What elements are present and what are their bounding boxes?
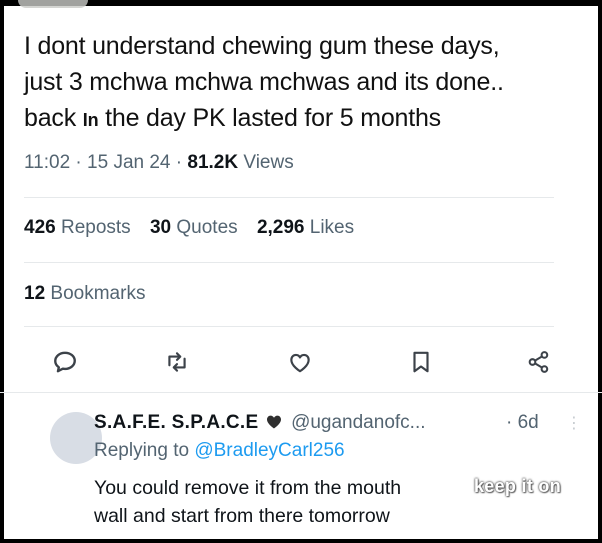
tweet-line-3: back In the day PK lasted for 5 months	[24, 100, 584, 138]
quotes-stat[interactable]: 30 Quotes	[150, 217, 238, 238]
watermark: keep it on	[474, 476, 562, 496]
cropped-avatar-edge	[18, 0, 88, 8]
tweet-line-1: I dont understand chewing gum these days…	[24, 32, 500, 60]
like-icon	[290, 353, 310, 373]
likes-label: Likes	[309, 217, 355, 238]
reposts-count: 426	[24, 217, 56, 238]
tweet-date[interactable]: 15 Jan 24	[87, 152, 170, 173]
reposts-stat[interactable]: 426 Reposts	[24, 217, 131, 238]
bookmark-button[interactable]	[403, 344, 439, 380]
bookmark-icon	[413, 351, 429, 373]
meta-separator: ·	[175, 152, 183, 173]
reply-button[interactable]	[47, 344, 83, 380]
reply-author-name[interactable]: S.A.F.E. S.P.A.C.E	[94, 412, 259, 433]
views-count: 81.2K	[187, 152, 239, 173]
divider	[24, 326, 554, 327]
quotes-label: Quotes	[176, 217, 238, 238]
reply-header: S.A.F.E. S.P.A.C.E @ugandanofc...	[94, 412, 426, 434]
divider	[24, 262, 554, 263]
views-label: Views	[243, 152, 294, 173]
repost-icon	[168, 352, 186, 372]
replying-to: Replying to @BradleyCarl256	[94, 440, 345, 462]
reply-text-line-2: wall and start from there tomorrow	[94, 505, 390, 527]
share-icon	[528, 351, 549, 373]
reply-time[interactable]: · 6d	[506, 412, 539, 434]
likes-stat[interactable]: 2,296 Likes	[257, 217, 354, 238]
meta-separator: ·	[75, 152, 82, 173]
bookmarks-label: Bookmarks	[50, 283, 146, 304]
tweet-word-back: back	[24, 104, 77, 132]
reply-text: You could remove it from the mouth wall …	[94, 474, 401, 530]
more-options-icon[interactable]: ⋮	[566, 413, 582, 433]
likes-count: 2,296	[256, 217, 305, 238]
bookmarks-count: 12	[24, 283, 46, 304]
divider	[24, 197, 554, 198]
like-button[interactable]	[282, 344, 318, 380]
action-bar	[0, 344, 602, 380]
tweet-text: I dont understand chewing gum these days…	[24, 28, 584, 138]
black-heart-icon	[266, 415, 281, 429]
tweet-line-2: just 3 mchwa mchwa mchwas and its done..	[24, 68, 504, 96]
share-button[interactable]	[521, 344, 557, 380]
reply-author-handle[interactable]: @ugandanofc...	[291, 412, 425, 433]
tweet-meta: 11:02 · 15 Jan 24 · 81.2K Views	[24, 152, 294, 174]
replying-mention[interactable]: @BradleyCarl256	[194, 440, 344, 461]
repost-button[interactable]	[159, 344, 195, 380]
divider	[0, 392, 602, 393]
quotes-count: 30	[149, 217, 172, 238]
reply-icon	[54, 351, 76, 373]
bookmarks-stat[interactable]: 12 Bookmarks	[24, 283, 145, 305]
tweet-stats: 426 Reposts 30 Quotes 2,296 Likes	[24, 217, 368, 239]
replying-prefix: Replying to	[94, 440, 190, 461]
tweet-line-3-rest: the day PK lasted for 5 months	[105, 104, 441, 132]
reposts-label: Reposts	[60, 217, 131, 238]
tweet-word-in: In	[82, 110, 99, 130]
reply-text-line-1: You could remove it from the mouth	[94, 477, 402, 499]
tweet-time[interactable]: 11:02	[24, 152, 70, 173]
